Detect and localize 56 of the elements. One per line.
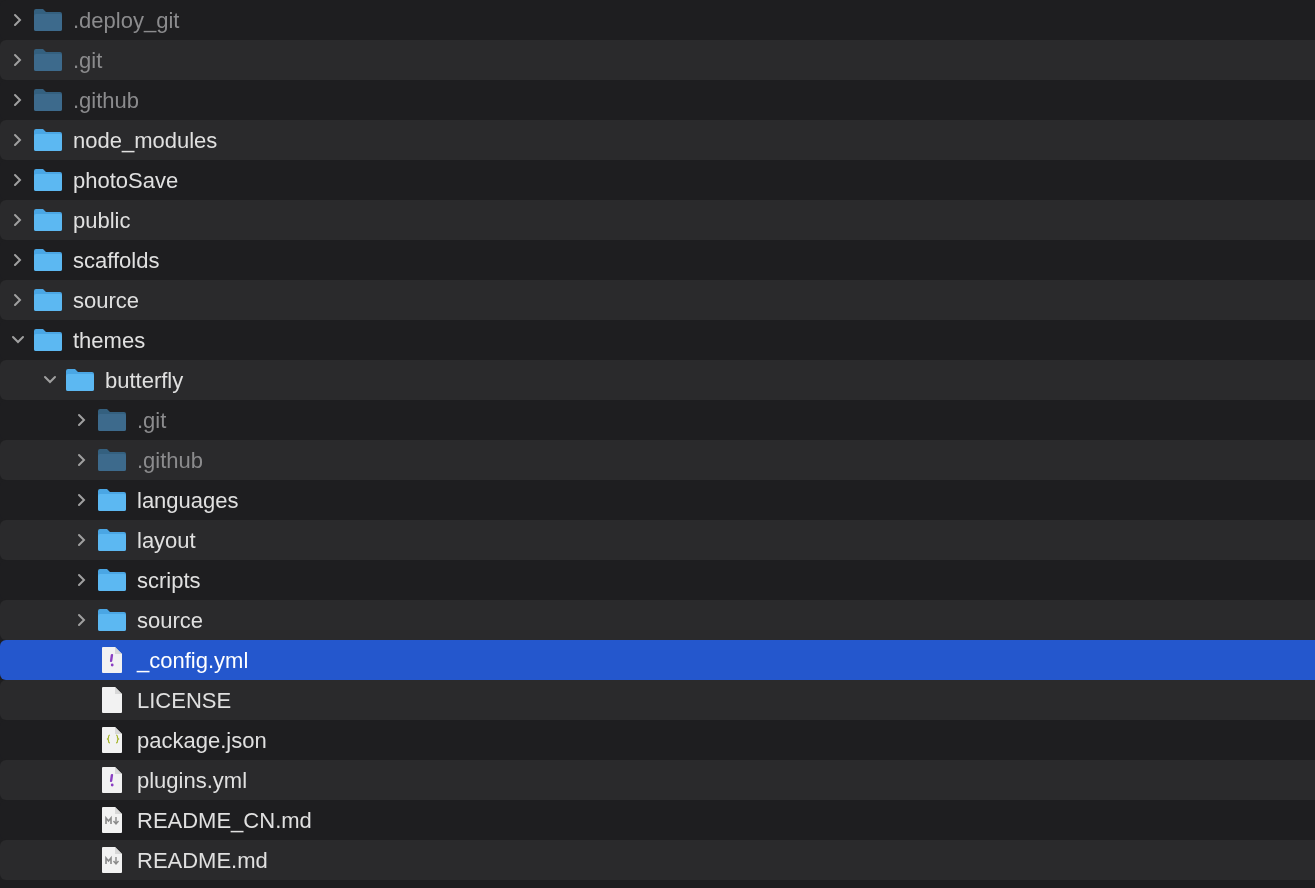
file-name: README.md: [137, 846, 268, 875]
file-name: plugins.yml: [137, 766, 248, 795]
markdown-file-icon: [101, 806, 123, 834]
folder-name: layout: [137, 526, 196, 555]
folder-name: .git: [137, 406, 167, 435]
folder-row[interactable]: source: [0, 600, 1315, 640]
chevron-right-icon[interactable]: [77, 613, 87, 627]
folder-name: .github: [73, 86, 140, 115]
file-name: LICENSE: [137, 686, 232, 715]
chevron-right-icon[interactable]: [13, 93, 23, 107]
folder-row[interactable]: .git: [0, 40, 1315, 80]
yaml-file-icon: [101, 766, 123, 794]
chevron-right-icon[interactable]: [77, 453, 87, 467]
chevron-right-icon[interactable]: [13, 133, 23, 147]
folder-name: node_modules: [73, 126, 218, 155]
chevron-right-icon[interactable]: [77, 533, 87, 547]
chevron-right-icon[interactable]: [13, 173, 23, 187]
folder-name: scripts: [137, 566, 201, 595]
folder-row[interactable]: public: [0, 200, 1315, 240]
chevron-right-icon[interactable]: [13, 253, 23, 267]
folder-row[interactable]: layout: [0, 520, 1315, 560]
file-name: package.json: [137, 726, 267, 755]
file-row[interactable]: plugins.yml: [0, 760, 1315, 800]
folder-row[interactable]: .github: [0, 440, 1315, 480]
folder-name: photoSave: [73, 166, 179, 195]
chevron-right-icon[interactable]: [13, 13, 23, 27]
folder-name: .github: [137, 446, 204, 475]
file-row[interactable]: LICENSE: [0, 680, 1315, 720]
chevron-right-icon[interactable]: [13, 293, 23, 307]
yaml-file-icon: [101, 646, 123, 674]
folder-name: languages: [137, 486, 239, 515]
file-icon: [101, 686, 123, 714]
folder-row[interactable]: butterfly: [0, 360, 1315, 400]
chevron-right-icon[interactable]: [77, 493, 87, 507]
folder-row[interactable]: node_modules: [0, 120, 1315, 160]
file-row[interactable]: _config.yml: [0, 640, 1315, 680]
folder-name: public: [73, 206, 131, 235]
folder-name: source: [73, 286, 140, 315]
folder-name: source: [137, 606, 204, 635]
folder-name: .deploy_git: [73, 6, 180, 35]
json-file-icon: [101, 726, 123, 754]
folder-name: themes: [73, 326, 146, 355]
folder-name: scaffolds: [73, 246, 160, 275]
chevron-right-icon[interactable]: [13, 53, 23, 67]
chevron-down-icon[interactable]: [11, 335, 25, 345]
file-row[interactable]: README.md: [0, 840, 1315, 880]
chevron-down-icon[interactable]: [43, 375, 57, 385]
markdown-file-icon: [101, 846, 123, 874]
chevron-right-icon[interactable]: [13, 213, 23, 227]
chevron-right-icon[interactable]: [77, 573, 87, 587]
folder-name: butterfly: [105, 366, 184, 395]
folder-name: .git: [73, 46, 103, 75]
chevron-right-icon[interactable]: [77, 413, 87, 427]
file-name: README_CN.md: [137, 806, 312, 835]
folder-row[interactable]: source: [0, 280, 1315, 320]
file-name: _config.yml: [137, 646, 249, 675]
